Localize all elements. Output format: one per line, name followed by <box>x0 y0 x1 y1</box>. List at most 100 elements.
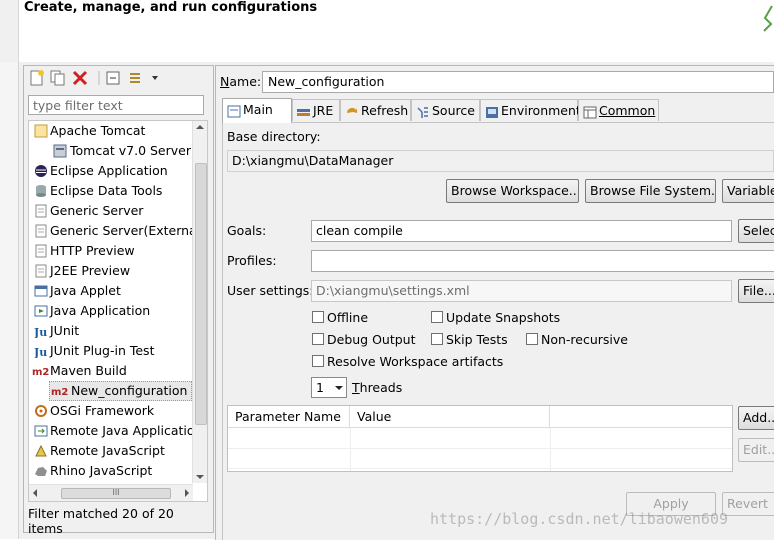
horizontal-scroll-thumb[interactable]: III <box>61 488 171 499</box>
tree-item-label: HTTP Preview <box>50 243 135 258</box>
header-left-strip <box>0 0 19 62</box>
profiles-input[interactable] <box>311 250 774 272</box>
junit-plugin-icon: Ju <box>33 344 48 359</box>
scroll-down-icon[interactable] <box>193 471 207 483</box>
jre-tab-icon <box>297 104 311 117</box>
table-row[interactable] <box>228 448 732 469</box>
edit-button[interactable]: Edit... <box>738 438 774 462</box>
file-icon <box>34 224 48 238</box>
variables-button[interactable]: Variables... <box>722 179 774 203</box>
non-recursive-checkbox[interactable] <box>526 333 538 345</box>
watermark: https://blog.csdn.net/libaowen609 <box>430 510 729 528</box>
dialog-title: Create, manage, and run configurations <box>24 0 318 15</box>
tree-item-label: Maven Build <box>50 363 127 378</box>
scroll-right-icon[interactable] <box>181 485 193 501</box>
skip-tests-checkbox[interactable] <box>431 333 443 345</box>
base-directory-label: Base directory: <box>227 129 321 144</box>
threads-label: Threads <box>352 380 403 395</box>
tree-item-label: Remote JavaScript <box>50 443 165 458</box>
tree-item-new-configuration[interactable]: m2 New_configuration <box>49 381 193 401</box>
name-input[interactable]: New_configuration <box>262 71 774 93</box>
scroll-left-icon[interactable] <box>29 485 41 501</box>
tree-item-label: OSGi Framework <box>50 403 155 418</box>
new-config-icon[interactable] <box>28 69 46 87</box>
filter-input[interactable] <box>28 95 204 115</box>
tab-refresh[interactable]: Refresh <box>340 99 411 121</box>
tree-item-label: Eclipse Application <box>50 163 168 178</box>
duplicate-config-icon[interactable] <box>49 69 67 87</box>
name-label: Name: <box>220 74 262 89</box>
debug-output-checkbox[interactable] <box>312 333 324 345</box>
applet-icon <box>34 284 48 298</box>
junit-icon: Ju <box>33 324 48 339</box>
column-divider <box>350 428 351 471</box>
threads-select[interactable]: 1 <box>311 377 347 398</box>
param-name-header[interactable]: Parameter Name <box>228 406 350 428</box>
empty-header <box>550 406 732 428</box>
svg-text:Ju: Ju <box>34 346 47 358</box>
tree-horizontal-scrollbar[interactable]: III <box>29 484 193 501</box>
toolbar-separator <box>98 69 102 87</box>
osgi-icon <box>34 404 48 418</box>
tree-item-label: JUnit Plug-in Test <box>50 343 155 358</box>
tree-item-label: Apache Tomcat <box>50 123 146 138</box>
revert-button[interactable]: Revert <box>722 492 774 516</box>
table-row[interactable] <box>228 428 732 449</box>
tomcat-icon <box>34 124 48 138</box>
user-settings-input[interactable]: D:\xiangmu\settings.xml <box>311 280 732 302</box>
goals-label: Goals: <box>227 223 267 238</box>
source-tab-icon <box>416 104 430 118</box>
vertical-scroll-thumb[interactable] <box>195 163 207 425</box>
update-snapshots-checkbox[interactable] <box>431 311 443 323</box>
add-button[interactable]: Add... <box>738 406 774 430</box>
run-config-logo-icon <box>762 4 774 32</box>
select-button[interactable]: Select... <box>738 219 774 243</box>
resolve-workspace-checkbox[interactable] <box>312 355 324 367</box>
eclipse-icon <box>34 164 48 178</box>
tab-environment[interactable]: Environment <box>480 99 581 121</box>
tree-item-label: Generic Server <box>50 203 144 218</box>
update-snapshots-label: Update Snapshots <box>446 310 561 325</box>
skip-tests-label: Skip Tests <box>446 332 508 347</box>
common-tab-label: Common <box>599 103 656 118</box>
file-icon <box>34 244 48 258</box>
resolve-workspace-label: Resolve Workspace artifacts <box>327 354 504 369</box>
tab-jre[interactable]: JRE <box>292 99 340 121</box>
config-tree: Apache Tomcat Tomcat v7.0 Server a Eclip… <box>28 120 208 502</box>
tab-common[interactable]: Common <box>578 99 659 121</box>
config-tabs: Main JRE Refresh Source Environment Comm… <box>222 98 774 123</box>
tree-item-label: J2EE Preview <box>50 263 131 278</box>
main-tab-icon <box>227 103 241 118</box>
tree-item-label: New_configuration <box>71 383 188 398</box>
browse-file-system-button[interactable]: Browse File System... <box>585 179 716 203</box>
tree-vertical-scrollbar[interactable] <box>192 121 207 483</box>
tree-item-label: JUnit <box>50 323 80 338</box>
svg-text:Ju: Ju <box>34 326 47 338</box>
filter-status: Filter matched 20 of 20 items <box>28 506 174 536</box>
tab-source[interactable]: Source <box>411 99 480 121</box>
delete-config-icon[interactable] <box>71 69 89 87</box>
server-icon <box>53 144 67 158</box>
offline-checkbox[interactable] <box>312 311 324 323</box>
base-directory-field[interactable]: D:\xiangmu\DataManager <box>227 150 774 172</box>
filter-menu-icon[interactable] <box>127 69 159 87</box>
java-app-icon <box>34 304 48 318</box>
environment-tab-icon <box>485 104 499 118</box>
scroll-up-icon[interactable] <box>193 121 207 133</box>
value-header[interactable]: Value <box>350 406 550 428</box>
tree-item-label: Generic Server(External <box>50 223 201 238</box>
user-settings-label: User settings: <box>227 283 314 298</box>
file-button[interactable]: File... <box>738 279 774 303</box>
browse-workspace-button[interactable]: Browse Workspace... <box>446 179 579 203</box>
tab-main[interactable]: Main <box>222 98 292 123</box>
file-icon <box>34 204 48 218</box>
file-icon <box>34 264 48 278</box>
rhino-icon <box>34 464 48 478</box>
profiles-label: Profiles: <box>227 253 277 268</box>
offline-label: Offline <box>327 310 369 325</box>
collapse-all-icon[interactable] <box>104 69 122 87</box>
goals-input[interactable]: clean compile <box>311 220 732 242</box>
parameters-table: Parameter Name Value <box>227 405 733 472</box>
refresh-tab-icon <box>345 104 359 117</box>
chevron-down-icon <box>335 386 343 390</box>
